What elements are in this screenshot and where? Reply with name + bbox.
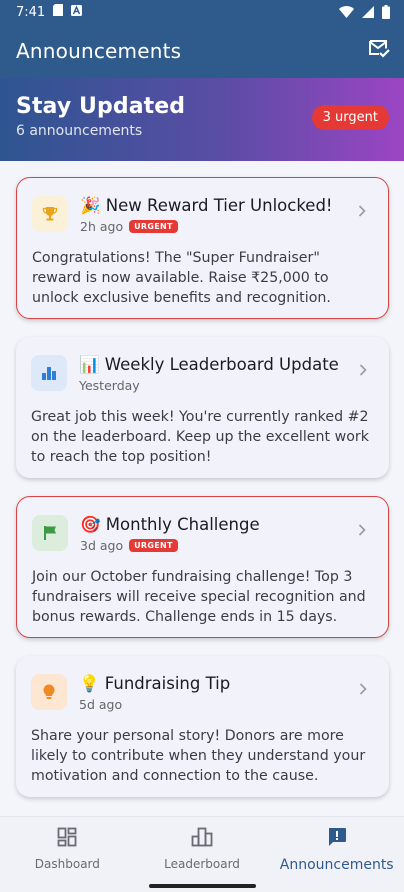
card-body: Great job this week! You're currently ra… — [31, 409, 369, 465]
card-title: Weekly Leaderboard Update — [104, 355, 339, 374]
announcement-card[interactable]: 🎯 Monthly Challenge 3d ago URGENT Join o… — [16, 496, 389, 638]
sd-card-icon — [53, 4, 64, 20]
card-time: 3d ago — [80, 538, 124, 553]
card-time: 2h ago — [80, 219, 124, 234]
trophy-icon — [32, 196, 68, 232]
chevron-right-icon — [352, 524, 372, 536]
app-notification-icon — [71, 4, 83, 20]
nav-label: Leaderboard — [164, 857, 240, 871]
chevron-right-icon — [353, 683, 373, 695]
leaderboard-icon — [191, 827, 213, 851]
nav-label: Announcements — [279, 857, 394, 873]
nav-label: Dashboard — [34, 857, 100, 871]
chevron-right-icon — [353, 364, 373, 376]
announcement-card[interactable]: 💡 Fundraising Tip 5d ago Share your pers… — [16, 656, 389, 797]
status-bar: 7:41 — [0, 0, 404, 24]
card-emoji: 🎉 — [80, 196, 101, 215]
announcement-card[interactable]: 🎉 New Reward Tier Unlocked! 2h ago URGEN… — [16, 177, 389, 319]
card-title: New Reward Tier Unlocked! — [105, 196, 333, 215]
announcement-card[interactable]: 📊 Weekly Leaderboard Update Yesterday Gr… — [16, 337, 389, 478]
card-emoji: 💡 — [79, 674, 100, 693]
dashboard-icon — [57, 827, 77, 851]
app-bar: Announcements — [0, 24, 404, 78]
clock: 7:41 — [16, 4, 46, 20]
page-title: Announcements — [16, 39, 182, 63]
card-body: Congratulations! The "Super Fundraiser" … — [32, 250, 331, 306]
card-body: Join our October fundraising challenge! … — [32, 569, 366, 625]
card-time: Yesterday — [79, 378, 140, 393]
card-body: Share your personal story! Donors are mo… — [31, 728, 366, 784]
nav-dashboard[interactable]: Dashboard — [0, 817, 135, 892]
card-emoji: 🎯 — [80, 515, 101, 534]
urgent-badge: URGENT — [129, 220, 178, 233]
bottom-navigation: Dashboard Leaderboard Announcements — [0, 816, 404, 892]
urgent-badge: URGENT — [129, 539, 178, 552]
hero-banner: Stay Updated 6 announcements 3 urgent — [0, 78, 404, 161]
announcement-icon — [327, 827, 347, 851]
lightbulb-icon — [31, 674, 67, 710]
gesture-handle[interactable] — [149, 884, 256, 888]
card-title: Fundraising Tip — [104, 674, 231, 693]
urgent-count-badge: 3 urgent — [311, 105, 389, 130]
flag-icon — [32, 515, 68, 551]
bar-chart-icon — [31, 355, 67, 391]
card-time: 5d ago — [79, 697, 123, 712]
battery-icon — [382, 5, 390, 19]
nav-leaderboard[interactable]: Leaderboard — [135, 817, 270, 892]
nav-announcements[interactable]: Announcements — [269, 817, 404, 892]
mark-read-icon — [368, 39, 390, 63]
card-emoji: 📊 — [79, 355, 100, 374]
mark-all-read-button[interactable] — [366, 38, 392, 64]
signal-icon — [362, 6, 374, 18]
chevron-right-icon — [352, 205, 372, 217]
wifi-icon — [339, 6, 354, 18]
card-title: Monthly Challenge — [105, 515, 260, 534]
